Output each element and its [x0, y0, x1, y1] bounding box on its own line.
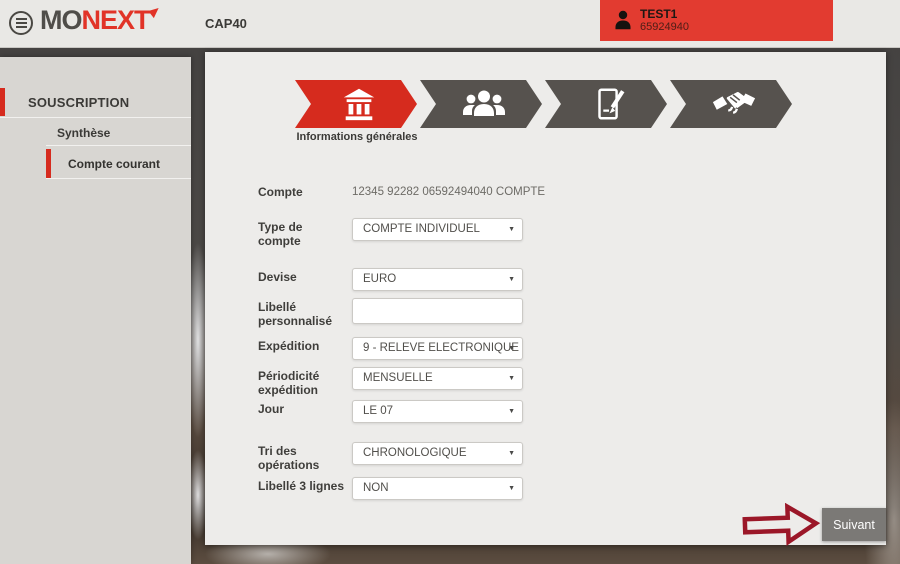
compte-value: 12345 92282 06592494040 COMPTE: [352, 186, 545, 198]
devise-select[interactable]: EURO ▼: [352, 268, 523, 291]
active-item-accent-bar: [46, 149, 51, 178]
active-step-label: Informations générales: [291, 131, 423, 143]
select-value: 9 - RELEVE ELECTRONIQUE: [363, 342, 519, 354]
bank-icon: [340, 85, 378, 123]
monext-logo[interactable]: MONEXT: [40, 5, 150, 36]
select-value: LE 07: [363, 405, 393, 417]
chevron-down-icon: ▼: [508, 269, 515, 290]
sidebar-divider: [46, 145, 191, 146]
document-pen-icon: [591, 85, 627, 123]
hamburger-icon: [16, 22, 27, 24]
user-silhouette-icon: [612, 8, 634, 33]
people-group-icon: [462, 89, 506, 119]
section-accent-bar: [0, 88, 5, 116]
chevron-down-icon: ▼: [508, 368, 515, 389]
handshake-icon: [711, 89, 757, 119]
select-value: NON: [363, 482, 389, 494]
chevron-down-icon: ▼: [508, 338, 515, 359]
select-value: CHRONOLOGIQUE: [363, 447, 467, 459]
libelle-3-lignes-select[interactable]: NON ▼: [352, 477, 523, 500]
type-de-compte-select[interactable]: COMPTE INDIVIDUEL ▼: [352, 218, 523, 241]
sidebar-divider: [0, 117, 191, 118]
main-panel: Informations générales Compte 12345 9228…: [205, 52, 886, 545]
chevron-down-icon: ▼: [508, 478, 515, 499]
field-label-expedition: Expédition: [258, 339, 348, 353]
field-label-libelle-3-lignes: Libellé 3 lignes: [258, 479, 348, 493]
app-screen: MONEXT CAP40 TEST1 65924940 SOUSCRIPTION…: [0, 0, 900, 564]
user-badge[interactable]: TEST1 65924940: [600, 0, 833, 41]
sidebar-divider: [46, 178, 191, 179]
tri-des-operations-select[interactable]: CHRONOLOGIQUE ▼: [352, 442, 523, 465]
expedition-select[interactable]: 9 - RELEVE ELECTRONIQUE ▼: [352, 337, 523, 360]
chevron-down-icon: ▼: [508, 443, 515, 464]
sidebar-section-souscription[interactable]: SOUSCRIPTION: [28, 95, 129, 110]
wizard-stepper: [295, 80, 795, 128]
step-intervenants[interactable]: [420, 80, 542, 128]
left-sidebar: SOUSCRIPTION Synthèse Compte courant: [0, 57, 191, 564]
field-label-periodicite-expedition: Périodicité expédition: [258, 369, 348, 397]
field-label-libelle-personnalise: Libellé personnalisé: [258, 300, 348, 328]
select-value: EURO: [363, 273, 396, 285]
app-code-label: CAP40: [205, 16, 247, 31]
sidebar-item-synthese[interactable]: Synthèse: [57, 126, 110, 140]
field-label-tri-des-operations: Tri des opérations: [258, 444, 348, 472]
field-label-compte: Compte: [258, 185, 348, 199]
field-label-devise: Devise: [258, 270, 348, 284]
logo-text-next: NEXT: [82, 5, 150, 35]
chevron-down-icon: ▼: [508, 401, 515, 422]
jour-select[interactable]: LE 07 ▼: [352, 400, 523, 423]
user-number: 65924940: [640, 21, 689, 33]
top-header: MONEXT CAP40 TEST1 65924940: [0, 0, 900, 48]
suivant-button[interactable]: Suivant: [822, 508, 886, 541]
select-value: COMPTE INDIVIDUEL: [363, 223, 480, 235]
sidebar-item-compte-courant[interactable]: Compte courant: [68, 157, 160, 171]
libelle-personnalise-input[interactable]: [352, 298, 523, 324]
periodicite-expedition-select[interactable]: MENSUELLE ▼: [352, 367, 523, 390]
hamburger-icon: [16, 18, 27, 20]
field-label-jour: Jour: [258, 402, 348, 416]
step-informations-generales[interactable]: [295, 80, 417, 128]
user-name: TEST1: [640, 7, 677, 21]
step-saisie[interactable]: [545, 80, 667, 128]
field-label-type-de-compte: Type de compte: [258, 220, 348, 248]
menu-button[interactable]: [9, 11, 33, 35]
red-annotation-arrow-icon: [740, 502, 821, 549]
select-value: MENSUELLE: [363, 372, 433, 384]
logo-text-mo: MO: [40, 5, 82, 35]
step-validation[interactable]: [670, 80, 792, 128]
chevron-down-icon: ▼: [508, 219, 515, 240]
hamburger-icon: [16, 26, 27, 28]
